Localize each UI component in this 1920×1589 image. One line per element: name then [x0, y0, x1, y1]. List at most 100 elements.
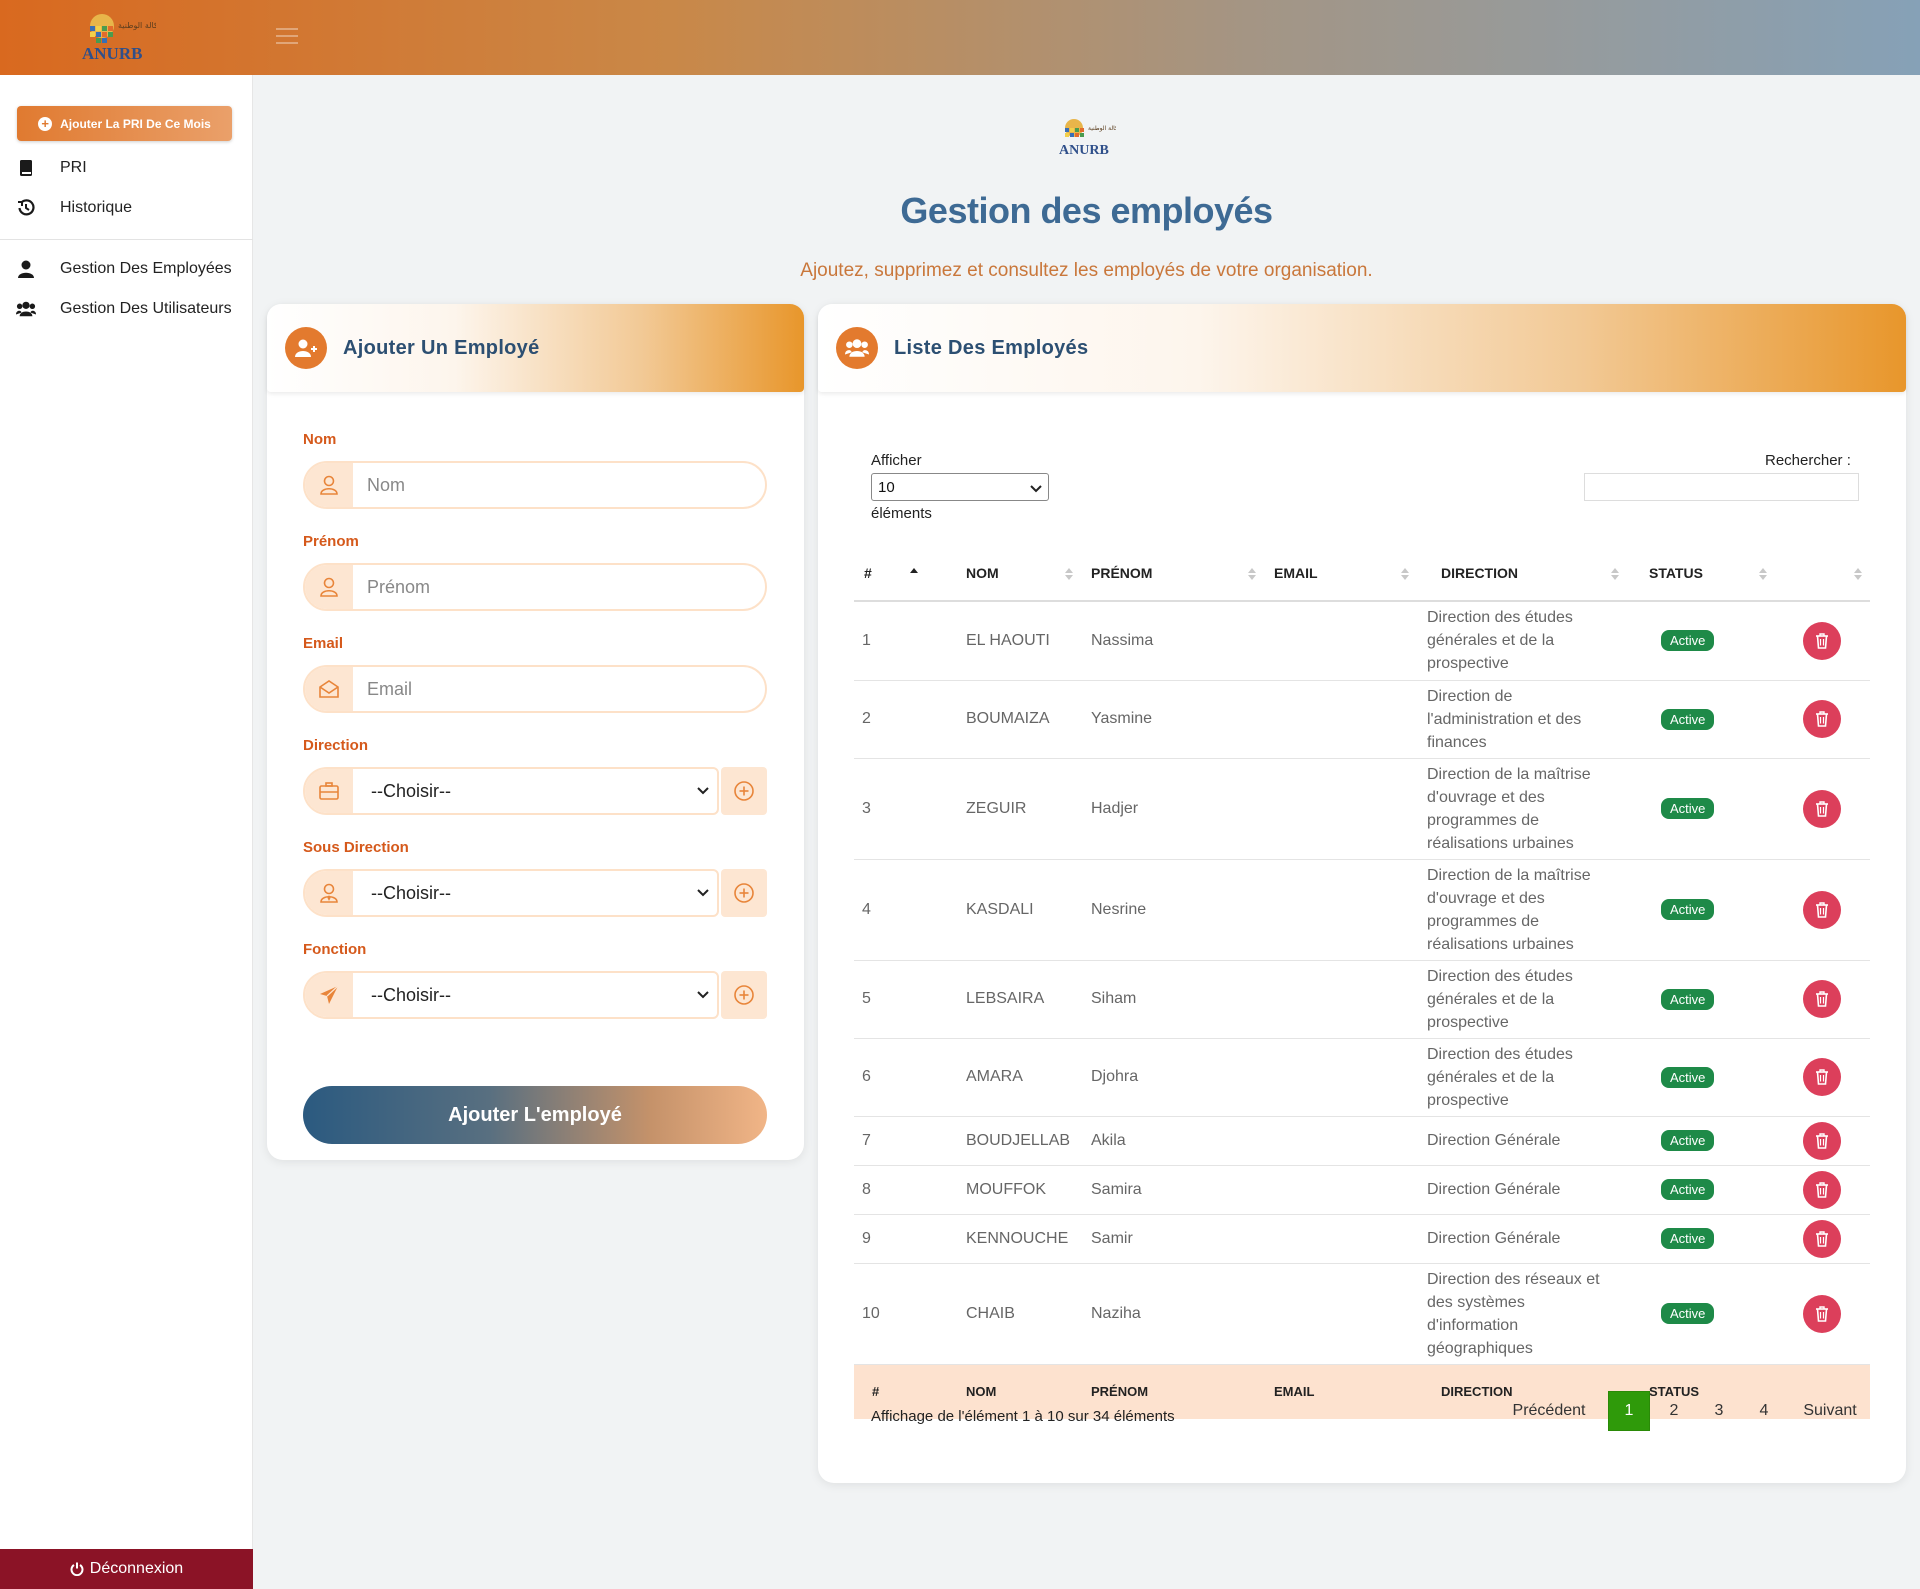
- brand-logo[interactable]: الوكالة الوطنية ANURB: [76, 8, 167, 66]
- column-header-prenom[interactable]: PRÉNOM: [1081, 546, 1264, 602]
- add-employee-card: Ajouter Un Employé Nom Nom Prénom Prénom…: [267, 304, 804, 1160]
- logout-button[interactable]: Déconnexion: [0, 1549, 253, 1589]
- column-header-nom[interactable]: NOM: [946, 546, 1081, 602]
- chevron-down-icon: [689, 871, 717, 915]
- delete-button[interactable]: [1803, 980, 1841, 1018]
- pagination-page-3[interactable]: 3: [1698, 1391, 1740, 1431]
- submit-employee-button[interactable]: Ajouter L'employé: [303, 1086, 767, 1144]
- add-employee-header: Ajouter Un Employé: [267, 304, 804, 392]
- sidebar-item-label: Gestion Des Employées: [60, 260, 232, 277]
- delete-button[interactable]: [1803, 1058, 1841, 1096]
- delete-button[interactable]: [1803, 621, 1841, 660]
- add-sous-direction-button[interactable]: [721, 869, 767, 917]
- sort-icon: [1611, 568, 1619, 580]
- email-field[interactable]: Email: [303, 665, 767, 713]
- cell-id: 9: [854, 1214, 946, 1264]
- pagination-next[interactable]: Suivant: [1790, 1391, 1870, 1431]
- delete-button[interactable]: [1803, 789, 1841, 828]
- direction-select[interactable]: --Choisir--: [303, 767, 719, 815]
- delete-button[interactable]: [1803, 1294, 1841, 1333]
- sidebar-divider: [0, 239, 253, 240]
- menu-toggle-icon[interactable]: [276, 28, 298, 44]
- direction-label: Direction: [303, 737, 369, 754]
- prenom-label: Prénom: [303, 533, 359, 550]
- cell-nom: LEBSAIRA: [946, 960, 1081, 1039]
- cell-prenom: Samira: [1081, 1165, 1264, 1215]
- cell-nom: KENNOUCHE: [946, 1214, 1081, 1264]
- cell-email: [1264, 1038, 1417, 1117]
- table-row: 3 ZEGUIR Hadjer Direction de la maîtrise d'…: [854, 758, 1870, 860]
- cell-direction: Direction Générale: [1417, 1214, 1627, 1264]
- prenom-field[interactable]: Prénom: [303, 563, 767, 611]
- main-logo-arabic: الوكالة الوطنية: [1088, 125, 1116, 132]
- status-badge: Active: [1661, 1303, 1715, 1324]
- column-header-actions[interactable]: [1775, 546, 1870, 602]
- delete-button[interactable]: [1803, 700, 1841, 738]
- employee-list-title: Liste Des Employés: [894, 336, 1089, 359]
- delete-button[interactable]: [1803, 1170, 1841, 1209]
- page-length-value: 10: [878, 478, 895, 496]
- sidebar-item-label: PRI: [60, 159, 87, 176]
- cell-direction: Direction des études générales et de la …: [1417, 960, 1627, 1039]
- page-subtitle: Ajoutez, supprimez et consultez les empl…: [800, 260, 1373, 281]
- trash-icon: [1816, 1069, 1828, 1085]
- main-logo-text: ANURB: [1059, 143, 1109, 158]
- paper-plane-icon: [305, 973, 353, 1017]
- nom-input[interactable]: Nom: [353, 463, 765, 507]
- pagination-previous[interactable]: Précédent: [1501, 1391, 1597, 1431]
- cell-email: [1264, 1214, 1417, 1264]
- sidebar-item-gestion-employees[interactable]: Gestion Des Employées: [16, 255, 232, 283]
- column-header-email[interactable]: EMAIL: [1264, 546, 1417, 602]
- table-row: 4 KASDALI Nesrine Direction de la maîtrise …: [854, 859, 1870, 961]
- cell-nom: EL HAOUTI: [946, 601, 1081, 681]
- cell-prenom: Samir: [1081, 1214, 1264, 1264]
- cell-actions: [1775, 859, 1870, 961]
- pagination-page-2[interactable]: 2: [1653, 1391, 1695, 1431]
- pagination-page-4[interactable]: 4: [1743, 1391, 1785, 1431]
- email-input[interactable]: Email: [353, 667, 765, 711]
- top-bar: الوكالة الوطنية ANURB: [0, 0, 1920, 75]
- sous-direction-select[interactable]: --Choisir--: [303, 869, 719, 917]
- cell-status: Active: [1627, 601, 1775, 681]
- trash-icon: [1816, 1305, 1828, 1322]
- delete-button[interactable]: [1803, 1219, 1841, 1258]
- column-header-id[interactable]: #: [854, 546, 946, 602]
- page-length-select[interactable]: 10: [871, 473, 1049, 501]
- sidebar-item-historique[interactable]: Historique: [16, 194, 132, 222]
- cell-email: [1264, 1165, 1417, 1215]
- footer-header-email: EMAIL: [1264, 1364, 1417, 1419]
- cell-direction: Direction Générale: [1417, 1165, 1627, 1215]
- table-header-row: # NOM PRÉNOM EMAIL DIRECTION STATUS: [854, 546, 1870, 602]
- add-pri-button[interactable]: + Ajouter La PRI De Ce Mois: [17, 106, 232, 141]
- sidebar: + Ajouter La PRI De Ce Mois PRI Historiq…: [0, 75, 253, 1589]
- sidebar-item-label: Historique: [60, 199, 133, 216]
- trash-icon: [1816, 633, 1828, 649]
- cell-nom: CHAIB: [946, 1263, 1081, 1365]
- cell-status: Active: [1627, 1038, 1775, 1117]
- nom-field[interactable]: Nom: [303, 461, 767, 509]
- prenom-input[interactable]: Prénom: [353, 565, 765, 609]
- sidebar-item-pri[interactable]: PRI: [16, 154, 87, 182]
- add-direction-button[interactable]: [721, 767, 767, 815]
- fonction-select[interactable]: --Choisir--: [303, 971, 719, 1019]
- cell-direction: Direction des études générales et de la …: [1417, 601, 1627, 681]
- pagination-page-1[interactable]: 1: [1608, 1391, 1650, 1431]
- cell-actions: [1775, 680, 1870, 759]
- employee-table: # NOM PRÉNOM EMAIL DIRECTION STATUS 1 EL…: [854, 546, 1870, 1419]
- add-fonction-button[interactable]: [721, 971, 767, 1019]
- status-badge: Active: [1661, 798, 1715, 819]
- column-header-direction[interactable]: DIRECTION: [1417, 546, 1627, 602]
- trash-icon: [1816, 991, 1828, 1007]
- trash-icon: [1816, 901, 1828, 918]
- delete-button[interactable]: [1803, 1121, 1841, 1160]
- users-icon: [836, 327, 878, 369]
- cell-email: [1264, 601, 1417, 681]
- column-header-status[interactable]: STATUS: [1627, 546, 1775, 602]
- cell-actions: [1775, 758, 1870, 860]
- delete-button[interactable]: [1803, 890, 1841, 929]
- sidebar-item-gestion-utilisateurs[interactable]: Gestion Des Utilisateurs: [16, 295, 232, 323]
- cell-id: 1: [854, 601, 946, 681]
- fonction-value: --Choisir--: [371, 984, 451, 1005]
- search-input[interactable]: [1584, 473, 1859, 501]
- plus-circle-icon: [734, 985, 754, 1005]
